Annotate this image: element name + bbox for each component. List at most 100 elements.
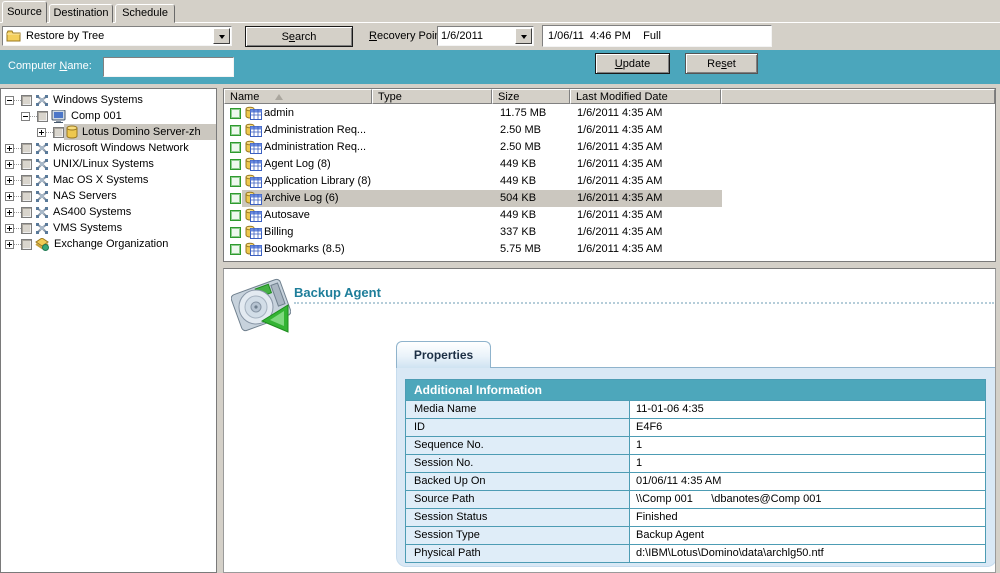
table-row: Session No. 1 xyxy=(406,454,985,472)
expand-icon[interactable] xyxy=(37,128,46,137)
file-row-bookmarks[interactable]: Bookmarks (8.5) 5.75 MB 1/6/2011 4:35 AM xyxy=(224,241,995,258)
file-list-rows: admin 11.75 MB 1/6/2011 4:35 AM Administ… xyxy=(224,105,995,261)
computer-icon xyxy=(51,110,67,123)
search-button[interactable]: Search xyxy=(245,26,353,47)
title-divider xyxy=(294,291,994,304)
restore-mode-value: Restore by Tree xyxy=(23,30,213,42)
row-label: Source Path xyxy=(406,491,630,508)
tree-item-comp-001[interactable]: Comp 001 xyxy=(1,108,216,124)
row-value: Backup Agent xyxy=(630,527,985,544)
expand-icon[interactable] xyxy=(5,144,14,153)
tree-checkbox[interactable] xyxy=(21,95,32,106)
tab-schedule[interactable]: Schedule xyxy=(115,4,175,23)
search-label: S xyxy=(282,31,289,43)
notes-database-icon xyxy=(245,157,262,171)
tab-destination-label: Destination xyxy=(53,7,108,19)
row-checkbox[interactable] xyxy=(230,176,241,187)
sort-ascending-icon xyxy=(275,90,283,100)
row-checkbox[interactable] xyxy=(230,159,241,170)
tab-source[interactable]: Source xyxy=(2,1,47,23)
recovery-point-combobox[interactable]: 1/6/2011 xyxy=(437,26,534,46)
file-row-application-library[interactable]: Application Library (8) 449 KB 1/6/2011 … xyxy=(224,173,995,190)
row-checkbox[interactable] xyxy=(230,210,241,221)
collapse-icon[interactable] xyxy=(21,112,30,121)
filter-band: Computer Name: Update Reset xyxy=(0,50,1000,84)
tree-item-microsoft-windows-network[interactable]: Microsoft Windows Network xyxy=(1,140,216,156)
file-row-billing[interactable]: Billing 337 KB 1/6/2011 4:35 AM xyxy=(224,224,995,241)
computer-name-label: Computer Name: xyxy=(8,60,92,72)
row-label: Session No. xyxy=(406,455,630,472)
table-row: Physical Path d:\IBM\Lotus\Domino\data\a… xyxy=(406,544,985,562)
row-checkbox[interactable] xyxy=(230,125,241,136)
tab-properties-label: Properties xyxy=(414,348,473,362)
notes-database-icon xyxy=(245,208,262,222)
row-checkbox[interactable] xyxy=(230,108,241,119)
hard-disk-icon xyxy=(231,277,291,333)
collapse-icon[interactable] xyxy=(5,96,14,105)
row-value: 01/06/11 4:35 AM xyxy=(630,473,985,490)
tree-item-lotus-domino-server[interactable]: Lotus Domino Server-zh xyxy=(1,124,216,140)
file-row-archive-log[interactable]: Archive Log (6) 504 KB 1/6/2011 4:35 AM xyxy=(224,190,995,207)
table-row: Sequence No. 1 xyxy=(406,436,985,454)
source-tree-panel: Windows Systems Comp 001 Lotus Domino Se… xyxy=(0,88,217,573)
tab-destination[interactable]: Destination xyxy=(49,4,113,23)
column-header-size[interactable]: Size xyxy=(492,89,570,104)
additional-information-table: Additional Information Media Name 11-01-… xyxy=(405,379,986,563)
tree-checkbox[interactable] xyxy=(21,159,32,170)
expand-icon[interactable] xyxy=(5,160,14,169)
file-row-administration-req-1[interactable]: Administration Req... 2.50 MB 1/6/2011 4… xyxy=(224,122,995,139)
column-header-type[interactable]: Type xyxy=(372,89,492,104)
expand-icon[interactable] xyxy=(5,176,14,185)
tree-checkbox[interactable] xyxy=(21,143,32,154)
tab-schedule-label: Schedule xyxy=(122,7,168,19)
tree-item-nas-servers[interactable]: NAS Servers xyxy=(1,188,216,204)
file-row-admin[interactable]: admin 11.75 MB 1/6/2011 4:35 AM xyxy=(224,105,995,122)
update-button[interactable]: Update xyxy=(595,53,670,74)
tree-item-as400-systems[interactable]: AS400 Systems xyxy=(1,204,216,220)
file-row-administration-req-2[interactable]: Administration Req... 2.50 MB 1/6/2011 4… xyxy=(224,139,995,156)
row-checkbox[interactable] xyxy=(230,227,241,238)
chevron-down-icon xyxy=(219,35,225,42)
column-header-name[interactable]: Name xyxy=(224,89,372,104)
tree-checkbox[interactable] xyxy=(21,207,32,218)
restore-mode-combobox[interactable]: Restore by Tree xyxy=(2,26,232,46)
session-details-panel: Backup Agent Properties Additional Infor… xyxy=(223,268,996,573)
recovery-point-value: 1/6/2011 xyxy=(438,30,515,42)
row-checkbox[interactable] xyxy=(230,193,241,204)
notes-database-icon xyxy=(245,174,262,188)
restore-mode-dropdown-button[interactable] xyxy=(213,28,230,44)
column-header-modified[interactable]: Last Modified Date xyxy=(570,89,721,104)
tree-checkbox[interactable] xyxy=(21,175,32,186)
tree-checkbox[interactable] xyxy=(37,111,48,122)
file-row-agent-log[interactable]: Agent Log (8) 449 KB 1/6/2011 4:35 AM xyxy=(224,156,995,173)
tree-item-exchange-organization[interactable]: Exchange Organization xyxy=(1,236,216,252)
tree-item-vms-systems[interactable]: VMS Systems xyxy=(1,220,216,236)
reset-button[interactable]: Reset xyxy=(685,53,758,74)
network-icon xyxy=(35,190,49,203)
tree-item-unix-linux-systems[interactable]: UNIX/Linux Systems xyxy=(1,156,216,172)
expand-icon[interactable] xyxy=(5,208,14,217)
tree-checkbox[interactable] xyxy=(21,223,32,234)
row-checkbox[interactable] xyxy=(230,142,241,153)
tree-item-mac-os-x-systems[interactable]: Mac OS X Systems xyxy=(1,172,216,188)
row-label: ID xyxy=(406,419,630,436)
tree-checkbox[interactable] xyxy=(53,127,64,138)
expand-icon[interactable] xyxy=(5,224,14,233)
tree-checkbox[interactable] xyxy=(21,239,32,250)
tree-checkbox[interactable] xyxy=(21,191,32,202)
tree-item-windows-systems[interactable]: Windows Systems xyxy=(1,92,216,108)
section-header: Additional Information xyxy=(406,380,985,400)
tab-properties[interactable]: Properties xyxy=(396,341,491,368)
expand-icon[interactable] xyxy=(5,192,14,201)
expand-icon[interactable] xyxy=(5,240,14,249)
recovery-point-dropdown-button[interactable] xyxy=(515,28,532,44)
recovery-detail-field[interactable]: 1/06/11 4:46 PM Full xyxy=(542,25,772,47)
properties-content-panel: Additional Information Media Name 11-01-… xyxy=(396,367,996,567)
row-value: \\Comp 001 \dbanotes@Comp 001 xyxy=(630,491,985,508)
row-checkbox[interactable] xyxy=(230,244,241,255)
notes-database-icon xyxy=(245,140,262,154)
network-icon xyxy=(35,158,49,171)
computer-name-input[interactable] xyxy=(103,57,234,77)
table-row: ID E4F6 xyxy=(406,418,985,436)
file-row-autosave[interactable]: Autosave 449 KB 1/6/2011 4:35 AM xyxy=(224,207,995,224)
